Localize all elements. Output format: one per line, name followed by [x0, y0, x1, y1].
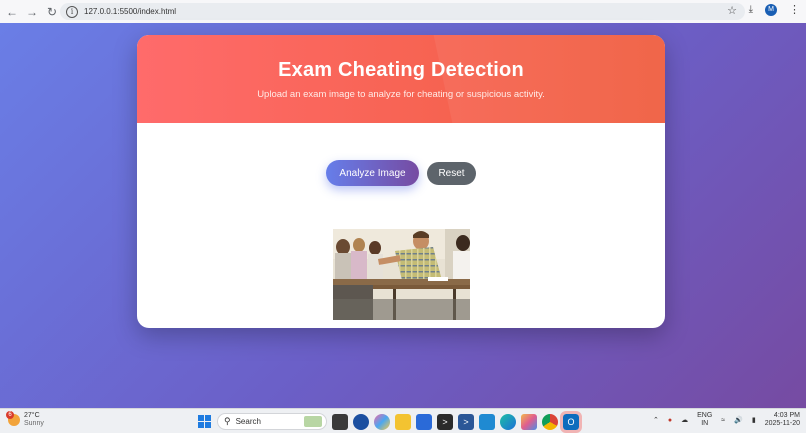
security-icon[interactable]: ● — [668, 417, 672, 424]
outlook-icon[interactable]: O — [560, 410, 582, 433]
notification-badge: 6 — [6, 411, 14, 419]
menu-icon[interactable]: ⋮ — [789, 3, 800, 16]
store-icon[interactable] — [416, 413, 432, 430]
weather-temp: 27°C — [24, 412, 40, 419]
language-indicator[interactable]: ENG IN — [697, 412, 712, 428]
vscode-icon[interactable] — [479, 413, 495, 430]
copilot-icon[interactable] — [374, 413, 390, 430]
reload-icon[interactable]: ↻ — [42, 2, 62, 22]
taskbar-apps: ⚲ Search > > O — [196, 410, 582, 433]
windows-start-icon[interactable] — [196, 414, 212, 430]
address-bar[interactable]: i 127.0.0.1:5500/index.html ☆ — [60, 3, 745, 20]
system-tray: ⌃ ● ☁ ENG IN ≈ 🔊 ▮ 4:03 PM 2025-11-20 — [653, 412, 800, 428]
main-card: Exam Cheating Detection Upload an exam i… — [137, 35, 665, 328]
clock-time: 4:03 PM — [773, 412, 800, 419]
search-icon: ⚲ — [224, 416, 231, 426]
browser-toolbar: ← → ↻ i 127.0.0.1:5500/index.html ☆ ⤓ M … — [0, 0, 806, 23]
sun-icon: 6 — [6, 411, 20, 426]
card-header: Exam Cheating Detection Upload an exam i… — [137, 35, 665, 123]
task-view-icon[interactable] — [332, 413, 348, 430]
search-label: Search — [235, 417, 261, 426]
battery-icon[interactable]: ▮ — [752, 416, 756, 424]
weather-widget[interactable]: 6 27°C Sunny — [6, 411, 44, 428]
forward-icon[interactable]: → — [22, 2, 42, 22]
taskbar-search-input[interactable]: ⚲ Search — [217, 413, 327, 430]
photos-icon[interactable] — [521, 413, 537, 430]
action-buttons: Analyze Image Reset — [137, 160, 665, 186]
widgets-icon[interactable] — [353, 413, 369, 430]
powershell-icon[interactable]: > — [458, 413, 474, 430]
lang-bottom: IN — [701, 420, 709, 427]
volume-icon[interactable]: 🔊 — [734, 416, 743, 424]
page-subtitle: Upload an exam image to analyze for chea… — [257, 89, 545, 100]
chrome-icon[interactable] — [542, 413, 558, 430]
url-text[interactable]: 127.0.0.1:5500/index.html — [84, 7, 176, 16]
exam-image-preview — [333, 229, 470, 320]
reset-button[interactable]: Reset — [427, 162, 476, 185]
terminal-icon[interactable]: > — [437, 413, 453, 430]
page-background: Exam Cheating Detection Upload an exam i… — [0, 23, 806, 408]
os-taskbar: 6 27°C Sunny ⚲ Search > > O ⌃ ● ☁ ENG IN… — [0, 408, 806, 433]
chevron-up-icon[interactable]: ⌃ — [653, 416, 659, 424]
profile-avatar[interactable]: M — [765, 3, 777, 16]
lang-top: ENG — [697, 412, 713, 419]
exam-photo — [333, 229, 470, 320]
search-highlight-icon — [304, 416, 322, 427]
bookmark-star-icon[interactable]: ☆ — [727, 4, 737, 17]
download-icon[interactable]: ⤓ — [749, 4, 753, 15]
edge-icon[interactable] — [500, 413, 516, 430]
site-info-icon[interactable]: i — [66, 5, 78, 18]
clock-date: 2025-11-20 — [764, 420, 800, 427]
back-icon[interactable]: ← — [2, 2, 22, 22]
wifi-icon[interactable]: ≈ — [721, 417, 725, 424]
cloud-icon[interactable]: ☁ — [681, 416, 688, 424]
file-explorer-icon[interactable] — [395, 413, 411, 430]
clock[interactable]: 4:03 PM 2025-11-20 — [765, 412, 800, 428]
analyze-image-button[interactable]: Analyze Image — [326, 160, 419, 186]
weather-desc: Sunny — [24, 420, 44, 427]
page-title: Exam Cheating Detection — [278, 59, 524, 81]
